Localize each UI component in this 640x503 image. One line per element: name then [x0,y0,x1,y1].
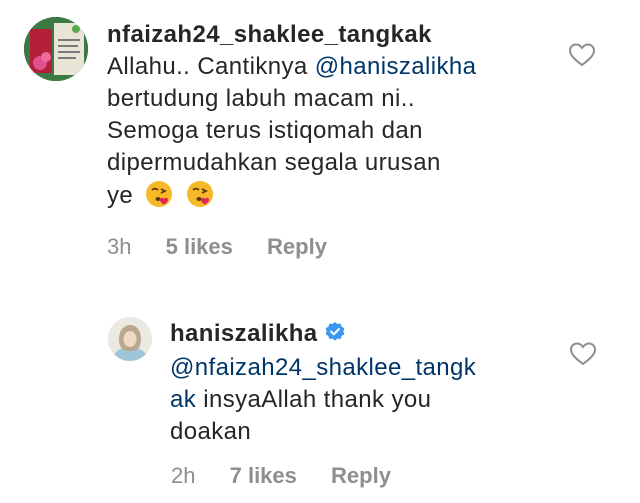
comment-timestamp: 2h [171,463,196,488]
reply-button[interactable]: Reply [331,463,391,488]
like-heart-icon[interactable] [568,42,596,68]
comment-likes[interactable]: 5 likes [166,234,233,259]
comment-username[interactable]: haniszalikha [170,320,318,347]
kissing-heart-emoji-icon [144,179,174,218]
mention-link[interactable]: @haniszalikha [315,53,477,80]
mention-link[interactable]: @nfaizah24_shaklee_tangk [170,354,476,381]
comment-body: nfaizah24_shaklee_tangkak Allahu.. Canti… [107,19,577,218]
reply-button[interactable]: Reply [267,234,327,259]
avatar[interactable] [24,17,88,81]
comment-body: haniszalikha @nfaizah24_shaklee_tangk ak… [170,318,550,448]
comment-text: doakan [170,418,252,445]
comment-timestamp: 3h [107,234,132,259]
comment-likes[interactable]: 7 likes [230,463,297,488]
comment-text: dipermudahkan segala urusan [107,149,441,176]
like-heart-icon[interactable] [569,341,597,367]
comment-meta: 2h 7 likes Reply [171,463,419,489]
comment-username[interactable]: nfaizah24_shaklee_tangkak [107,21,432,48]
comment-meta: 3h 5 likes Reply [107,234,355,260]
comment-text: Semoga terus istiqomah dan [107,117,423,144]
mention-link[interactable]: ak [170,386,196,413]
kissing-heart-emoji-icon [185,179,215,218]
comment-text: insyaAllah thank you [196,386,432,413]
comment-text: bertudung labuh macam ni.. [107,85,415,112]
avatar[interactable] [108,317,152,361]
verified-badge-icon [324,320,346,352]
comment-text: ye [107,182,134,209]
comment-text: Allahu.. Cantiknya [107,53,315,80]
